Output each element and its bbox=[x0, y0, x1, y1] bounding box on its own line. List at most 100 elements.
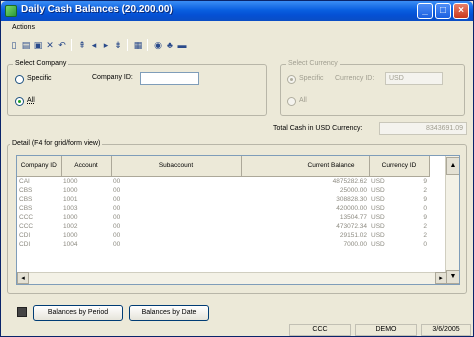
detail-title: Detail (F4 for grid/form view) bbox=[10, 140, 103, 147]
detail-grid[interactable]: Company ID Account Subaccount Current Ba… bbox=[16, 155, 460, 285]
cell-company-id: CCC bbox=[19, 213, 34, 221]
currency-id-label: Currency ID: bbox=[335, 75, 375, 82]
cell-company-id: CCC bbox=[19, 222, 34, 230]
col-subaccount[interactable]: Subaccount bbox=[111, 156, 242, 177]
horizontal-scrollbar[interactable]: ◂ ▸ bbox=[17, 272, 447, 284]
cell-currency: USD bbox=[371, 231, 385, 239]
select-company-title: Select Company bbox=[13, 60, 69, 67]
cell-subaccount: 00 bbox=[113, 240, 121, 248]
cell-balance: 25000.00 bbox=[339, 186, 367, 194]
table-header-row: Company ID Account Subaccount Current Ba… bbox=[17, 156, 430, 177]
col-account[interactable]: Account bbox=[61, 156, 112, 177]
cell-extra: 9 bbox=[423, 213, 427, 221]
currency-id-field: USD bbox=[385, 72, 443, 85]
currency-all-label: All bbox=[299, 97, 307, 104]
col-currency-id[interactable]: Currency ID bbox=[369, 156, 430, 177]
save-icon[interactable]: ▤ bbox=[21, 39, 31, 51]
cell-extra: 2 bbox=[423, 231, 427, 239]
cell-extra: 0 bbox=[423, 240, 427, 248]
toolbar-separator bbox=[127, 39, 128, 51]
cell-account: 1001 bbox=[63, 195, 78, 203]
detail-table: Company ID Account Subaccount Current Ba… bbox=[17, 156, 430, 249]
scroll-down-icon[interactable]: ▼ bbox=[446, 270, 459, 284]
help-icon[interactable]: ◉ bbox=[153, 39, 163, 51]
cell-extra: 2 bbox=[423, 186, 427, 194]
cell-subaccount: 00 bbox=[113, 231, 121, 239]
next-icon[interactable]: ▸ bbox=[101, 39, 111, 51]
cell-balance: 308828.30 bbox=[336, 195, 367, 203]
close-button[interactable]: × bbox=[453, 3, 469, 19]
balances-by-date-button[interactable]: Balances by Date bbox=[129, 305, 209, 321]
status-company: CCC bbox=[289, 324, 351, 336]
select-currency-group: Select Currency Specific Currency ID: US… bbox=[280, 60, 465, 116]
note-icon[interactable]: ▬ bbox=[177, 39, 187, 51]
cell-company-id: CBS bbox=[19, 204, 33, 212]
cell-extra: 9 bbox=[423, 195, 427, 203]
company-id-field[interactable] bbox=[140, 72, 199, 85]
cell-balance: 13504.77 bbox=[339, 213, 367, 221]
cell-company-id: CDI bbox=[19, 240, 31, 248]
cell-balance: 473072.34 bbox=[336, 222, 367, 230]
maximize-button[interactable]: □ bbox=[435, 3, 451, 19]
cell-currency: USD bbox=[371, 213, 385, 221]
delete-icon[interactable]: ✕ bbox=[45, 39, 55, 51]
table-row[interactable]: CAI 1000 00 4875282.62 USD 9 bbox=[17, 176, 429, 186]
previous-icon[interactable]: ◂ bbox=[89, 39, 99, 51]
cell-account: 1000 bbox=[63, 213, 78, 221]
app-icon bbox=[5, 5, 17, 17]
total-cash-field: 8343691.09 bbox=[379, 122, 467, 135]
cell-account: 1003 bbox=[63, 204, 78, 212]
company-id-label: Company ID: bbox=[92, 74, 133, 81]
app-window: Daily Cash Balances (20.200.00) _ □ × Ac… bbox=[0, 0, 474, 337]
print-icon[interactable]: ▦ bbox=[133, 39, 143, 51]
col-company-id[interactable]: Company ID bbox=[17, 156, 62, 177]
status-bar: CCC DEMO 3/6/2005 bbox=[1, 323, 473, 337]
currency-specific-label: Specific bbox=[299, 75, 324, 82]
cell-subaccount: 00 bbox=[113, 186, 121, 194]
cancel-icon[interactable]: ↶ bbox=[57, 39, 67, 51]
last-icon[interactable]: ⇟ bbox=[113, 39, 123, 51]
copy-icon[interactable]: ▣ bbox=[33, 39, 43, 51]
table-row[interactable]: CBS 1000 00 25000.00 USD 2 bbox=[17, 186, 429, 195]
first-icon[interactable]: ⇞ bbox=[77, 39, 87, 51]
grid-toggle-icon[interactable] bbox=[17, 307, 27, 317]
company-specific-radio[interactable] bbox=[15, 75, 24, 84]
cell-account: 1002 bbox=[63, 222, 78, 230]
table-row[interactable]: CDI 1000 00 29151.02 USD 2 bbox=[17, 231, 429, 240]
title-bar[interactable]: Daily Cash Balances (20.200.00) _ □ × bbox=[1, 1, 473, 21]
cell-company-id: CDI bbox=[19, 231, 31, 239]
table-row[interactable]: CDI 1004 00 7000.00 USD 0 bbox=[17, 240, 429, 249]
cell-account: 1000 bbox=[63, 231, 78, 239]
table-row[interactable]: CCC 1002 00 473072.34 USD 2 bbox=[17, 222, 429, 231]
customize-icon[interactable]: ♣ bbox=[165, 39, 175, 51]
vertical-scrollbar[interactable]: ▲ ▼ bbox=[445, 156, 459, 284]
table-row[interactable]: CBS 1001 00 308828.30 USD 9 bbox=[17, 195, 429, 204]
company-all-label: All bbox=[27, 97, 35, 104]
cell-currency: USD bbox=[371, 186, 385, 194]
balances-by-period-button[interactable]: Balances by Period bbox=[33, 305, 123, 321]
cell-company-id: CAI bbox=[19, 177, 30, 185]
cell-currency: USD bbox=[371, 177, 385, 185]
cell-currency: USD bbox=[371, 195, 385, 203]
select-company-group: Select Company Specific Company ID: All bbox=[7, 60, 267, 116]
minimize-button[interactable]: _ bbox=[417, 3, 433, 19]
cell-balance: 420000.00 bbox=[336, 204, 367, 212]
cell-account: 1000 bbox=[63, 177, 78, 185]
cell-subaccount: 00 bbox=[113, 213, 121, 221]
cell-account: 1004 bbox=[63, 240, 78, 248]
table-row[interactable]: CCC 1000 00 13504.77 USD 9 bbox=[17, 213, 429, 222]
toolbar-separator bbox=[71, 39, 72, 51]
col-current-balance[interactable]: Current Balance bbox=[241, 156, 370, 177]
cell-extra: 2 bbox=[423, 222, 427, 230]
scroll-up-icon[interactable]: ▲ bbox=[446, 157, 459, 175]
scroll-right-icon[interactable]: ▸ bbox=[435, 272, 447, 284]
cell-extra: 9 bbox=[423, 177, 427, 185]
cell-balance: 29151.02 bbox=[339, 231, 367, 239]
menu-actions[interactable]: Actions bbox=[12, 24, 35, 31]
scroll-left-icon[interactable]: ◂ bbox=[17, 272, 29, 284]
cell-balance: 7000.00 bbox=[343, 240, 368, 248]
toolbar-separator bbox=[147, 39, 148, 51]
new-icon[interactable]: ▯ bbox=[9, 39, 19, 51]
company-all-radio[interactable] bbox=[15, 97, 24, 106]
table-row[interactable]: CBS 1003 00 420000.00 USD 0 bbox=[17, 204, 429, 213]
